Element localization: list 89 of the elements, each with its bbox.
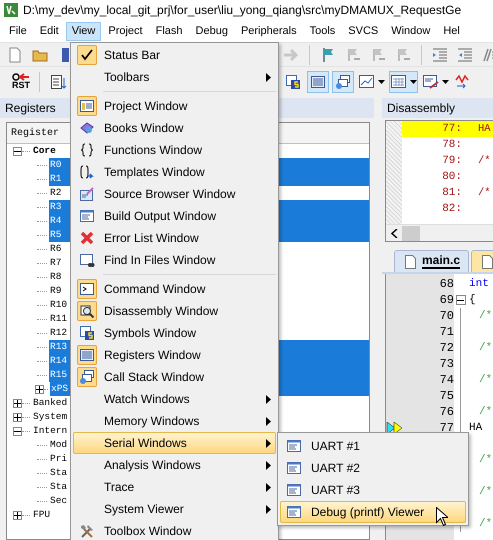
menu-item[interactable]: Trace bbox=[73, 476, 276, 498]
menu-item[interactable]: UART #3 bbox=[280, 479, 466, 501]
menu-item[interactable]: Command Window bbox=[73, 278, 276, 300]
line-number: 82: bbox=[441, 203, 462, 215]
register-name[interactable]: R8 bbox=[49, 270, 62, 284]
menu-item[interactable]: UART #2 bbox=[280, 457, 466, 479]
register-name[interactable]: Intern bbox=[32, 424, 68, 438]
line-number: 81: bbox=[441, 187, 462, 199]
code-text: /* bbox=[479, 518, 492, 530]
line-number: 80: bbox=[441, 171, 462, 183]
pane-title: Disassembly bbox=[387, 101, 456, 115]
line-number: 77 bbox=[438, 420, 454, 436]
menu-item[interactable]: Registers Window bbox=[73, 344, 276, 366]
register-name[interactable]: Banked bbox=[32, 396, 68, 410]
line-number: 71 bbox=[438, 324, 454, 340]
menu-bar-item[interactable]: Debug bbox=[190, 22, 234, 40]
menu-item[interactable]: Symbols Window bbox=[73, 322, 276, 344]
line-number: 79: bbox=[441, 155, 462, 167]
menu-item[interactable]: Error List Window bbox=[73, 227, 276, 249]
menu-item[interactable]: System Viewer bbox=[73, 498, 276, 520]
line-number: 75 bbox=[438, 388, 454, 404]
menu-item[interactable]: Serial Windows bbox=[73, 432, 276, 454]
menu-item[interactable]: Toolbox Window bbox=[73, 520, 276, 540]
menu-item[interactable]: Toolbars bbox=[73, 66, 276, 88]
code-text: HA bbox=[478, 123, 491, 135]
menu-item[interactable]: UART #1 bbox=[280, 435, 466, 457]
register-name[interactable]: Core bbox=[32, 144, 56, 158]
menu-item[interactable]: Project Window bbox=[73, 95, 276, 117]
register-name[interactable]: System bbox=[32, 410, 68, 424]
menu-item[interactable]: Functions Window bbox=[73, 139, 276, 161]
register-name[interactable]: R10 bbox=[49, 298, 68, 312]
line-number: 74 bbox=[438, 372, 454, 388]
code-text: /* bbox=[479, 486, 492, 498]
code-text: /* bbox=[478, 187, 491, 199]
line-number: 76 bbox=[438, 404, 454, 420]
menu-item[interactable]: Books Window bbox=[73, 117, 276, 139]
register-name[interactable]: R9 bbox=[49, 284, 62, 298]
toolbar-button[interactable]: RST bbox=[10, 68, 32, 94]
register-name[interactable]: R11 bbox=[49, 312, 68, 326]
menu-bar-item[interactable]: Project bbox=[102, 22, 149, 40]
line-number: 69 bbox=[438, 292, 454, 308]
code-text: /* bbox=[479, 374, 492, 386]
menu-bar-item[interactable]: Window bbox=[385, 22, 436, 40]
pane-title: Registers bbox=[5, 101, 56, 115]
code-text: /* bbox=[478, 155, 491, 167]
menu-item[interactable]: Templates Window bbox=[73, 161, 276, 183]
register-name[interactable]: R2 bbox=[49, 186, 62, 200]
register-name[interactable]: Sta bbox=[49, 480, 68, 494]
line-number: 77: bbox=[441, 123, 462, 135]
menu-item[interactable]: Call Stack Window bbox=[73, 366, 276, 388]
register-name[interactable]: FPU bbox=[32, 508, 50, 522]
menu-bar-item[interactable]: Tools bbox=[304, 22, 342, 40]
menu-bar-item[interactable]: Flash bbox=[150, 22, 189, 40]
menu-item[interactable]: Source Browser Window bbox=[73, 183, 276, 205]
code-text: int bbox=[469, 278, 489, 290]
menu-item[interactable]: Status Bar bbox=[73, 44, 276, 66]
menu-bar-item[interactable]: View bbox=[66, 22, 102, 40]
menu-bar-item[interactable]: SVCS bbox=[342, 22, 384, 40]
window-title: D:\my_dev\my_local_git_prj\for_user\liu_yong_qiang\src\myDMAMUX_RequestGe bbox=[23, 3, 462, 17]
line-number: 70 bbox=[438, 308, 454, 324]
menu-bar-item[interactable]: Peripherals bbox=[234, 22, 303, 40]
menu-bar-item[interactable]: Edit bbox=[34, 22, 65, 40]
menu-item[interactable]: Analysis Windows bbox=[73, 454, 276, 476]
line-number: 72 bbox=[438, 340, 454, 356]
menu-bar-item[interactable]: Hel bbox=[437, 22, 466, 40]
code-text: /* bbox=[479, 342, 492, 354]
line-number: 68 bbox=[438, 276, 454, 292]
code-text: /* bbox=[479, 406, 492, 418]
menu-item[interactable]: Build Output Window bbox=[73, 205, 276, 227]
menu-item[interactable]: Debug (printf) Viewer bbox=[280, 501, 466, 523]
code-text: /* bbox=[479, 310, 492, 322]
register-name[interactable]: Pri bbox=[49, 452, 68, 466]
menu-bar-item[interactable]: File bbox=[3, 22, 33, 40]
register-name[interactable]: R7 bbox=[49, 256, 62, 270]
register-name[interactable]: Sta bbox=[49, 466, 68, 480]
line-number: 73 bbox=[438, 356, 454, 372]
menu-item[interactable]: Disassembly Window bbox=[73, 300, 276, 322]
register-name[interactable]: R12 bbox=[49, 326, 68, 340]
line-number: 78: bbox=[441, 139, 462, 151]
code-text: HA bbox=[469, 422, 482, 434]
menu-item[interactable]: Find In Files Window bbox=[73, 249, 276, 271]
register-name[interactable]: Sec bbox=[49, 494, 68, 508]
register-name[interactable]: R6 bbox=[49, 242, 62, 256]
register-name[interactable]: Mod bbox=[49, 438, 68, 452]
menu-item[interactable]: Watch Windows bbox=[73, 388, 276, 410]
code-text: /* bbox=[479, 454, 492, 466]
menu-item[interactable]: Memory Windows bbox=[73, 410, 276, 432]
file-tab[interactable]: main.c bbox=[394, 250, 470, 272]
code-text: { bbox=[469, 294, 476, 306]
